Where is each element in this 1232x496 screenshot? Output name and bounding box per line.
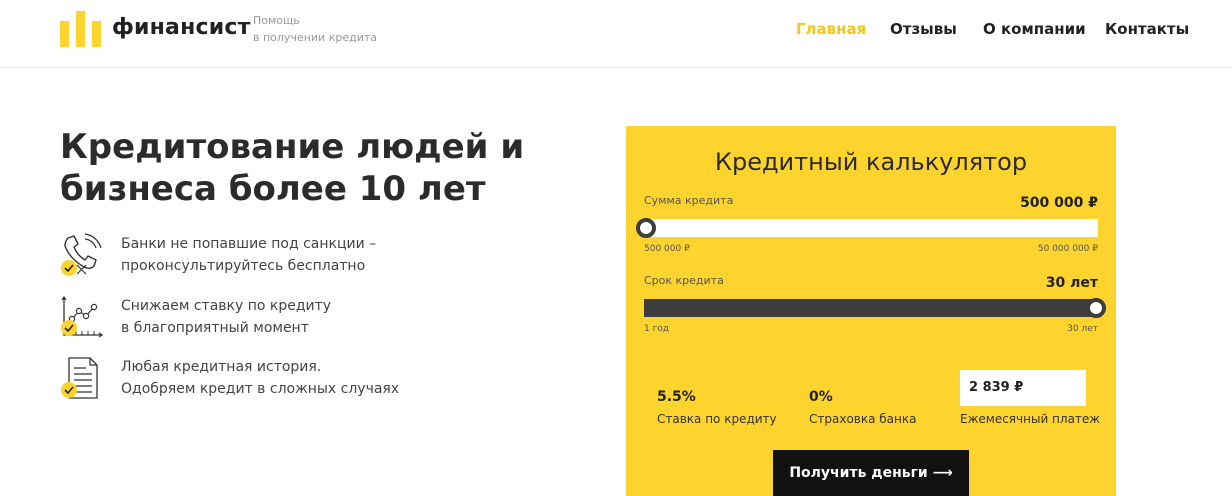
term-min-label: 1 год: [644, 324, 670, 334]
term-slider-thumb[interactable]: [1086, 298, 1106, 318]
rate-value: 5.5%: [657, 389, 696, 405]
credit-calculator: Кредитный калькулятор Сумма кредита 500 …: [626, 126, 1116, 496]
page-title: Кредитование людей и бизнеса более 10 ле…: [60, 126, 524, 210]
logo[interactable]: финансист: [60, 10, 250, 48]
amount-slider-thumb[interactable]: [636, 218, 656, 238]
site-header: финансист Помощь в получении кредита Гла…: [0, 0, 1232, 68]
feature-text-line-1: Любая кредитная история.: [121, 359, 322, 375]
nav-link-home[interactable]: Главная: [796, 20, 866, 38]
feature-text-line-2: Одобряем кредит в сложных случаях: [121, 381, 400, 397]
get-money-button[interactable]: Получить деньги ⟶: [773, 450, 969, 496]
calculator-title: Кредитный калькулятор: [714, 148, 1028, 176]
monthly-payment-value: 2 839 ₽: [969, 380, 1024, 395]
feature-text: Любая кредитная история. Одобряем кредит…: [121, 356, 399, 400]
tagline-line-1: Помощь: [253, 14, 300, 27]
logo-bars-icon: [60, 11, 102, 47]
phone-check-icon: [60, 233, 104, 279]
chart-check-icon: [60, 295, 104, 341]
feature-text-line-2: в благоприятный момент: [121, 320, 309, 336]
feature-text: Снижаем ставку по кредиту в благоприятны…: [121, 295, 331, 339]
amount-min-label: 500 000 ₽: [644, 244, 690, 254]
term-slider[interactable]: [644, 298, 1106, 318]
page-title-line-2: бизнеса более 10 лет: [60, 169, 486, 209]
amount-slider[interactable]: [636, 218, 1098, 238]
nav-link-reviews[interactable]: Отзывы: [890, 20, 957, 38]
logo-name: финансист: [112, 15, 251, 40]
term-value: 30 лет: [1045, 275, 1098, 291]
tagline: Помощь в получении кредита: [253, 12, 377, 46]
page-title-line-1: Кредитование людей и: [60, 127, 525, 167]
term-label: Срок кредита: [644, 274, 724, 287]
nav-link-about[interactable]: О компании: [983, 20, 1086, 38]
insurance-label: Страховка банка: [809, 412, 917, 426]
amount-max-label: 50 000 000 ₽: [1037, 244, 1098, 254]
document-check-icon: [60, 356, 104, 402]
term-max-label: 30 лет: [1067, 324, 1098, 334]
feature-text-line-1: Банки не попавшие под санкции –: [121, 236, 377, 252]
amount-value: 500 000 ₽: [1020, 195, 1098, 211]
monthly-payment-box: 2 839 ₽: [960, 370, 1086, 406]
nav-link-contacts[interactable]: Контакты: [1105, 20, 1189, 38]
rate-label: Ставка по кредиту: [657, 412, 777, 426]
monthly-payment-label: Ежемесячный платеж: [960, 412, 1101, 426]
feature-text: Банки не попавшие под санкции – проконсу…: [121, 233, 376, 277]
feature-text-line-2: проконсультируйтесь бесплатно: [121, 258, 366, 274]
amount-label: Сумма кредита: [644, 194, 734, 207]
tagline-line-2: в получении кредита: [253, 31, 377, 44]
insurance-value: 0%: [809, 389, 833, 405]
feature-text-line-1: Снижаем ставку по кредиту: [121, 298, 332, 314]
